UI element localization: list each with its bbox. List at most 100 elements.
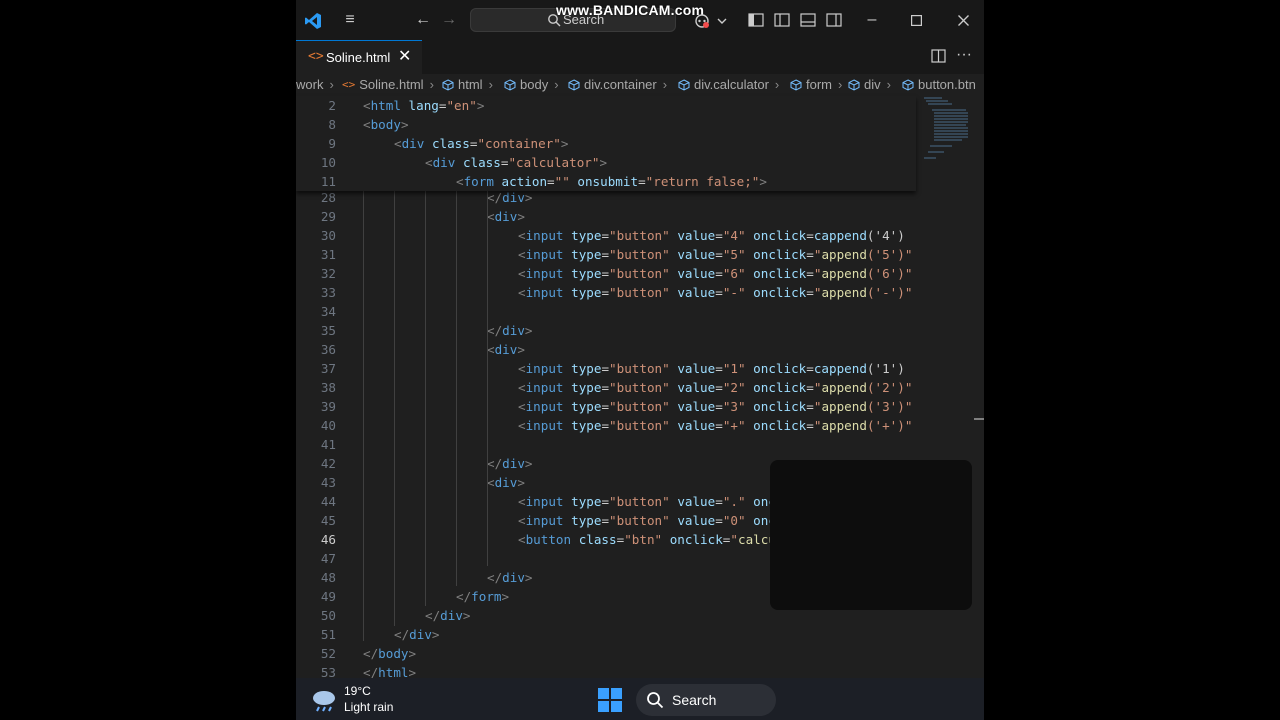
close-tab-icon[interactable]: ✕ bbox=[398, 46, 411, 66]
code-text[interactable]: </div> bbox=[425, 606, 471, 625]
line-number: 40 bbox=[320, 418, 336, 433]
code-text[interactable]: <div> bbox=[487, 340, 525, 359]
code-line[interactable]: 29 <div> bbox=[296, 207, 916, 226]
toggle-secondary-sidebar-icon[interactable] bbox=[826, 13, 842, 27]
code-text[interactable]: <input type="button" value="5" onclick="… bbox=[518, 245, 912, 264]
code-text[interactable]: <div class="calculator"> bbox=[425, 153, 607, 172]
code-line[interactable]: 51 </div> bbox=[296, 625, 916, 644]
windows-start-icon[interactable] bbox=[598, 688, 622, 712]
breadcrumb-item-button[interactable]: button.btn bbox=[902, 77, 976, 92]
code-text[interactable]: </div> bbox=[394, 625, 440, 644]
minimap[interactable] bbox=[922, 96, 972, 166]
vscode-logo-icon[interactable] bbox=[304, 12, 322, 30]
code-text[interactable]: <body> bbox=[363, 115, 409, 134]
code-text[interactable]: <input type="button" value="3" onclick="… bbox=[518, 397, 912, 416]
code-line[interactable]: 39 <input type="button" value="3" onclick… bbox=[296, 397, 916, 416]
back-arrow-icon[interactable]: ← bbox=[412, 0, 434, 40]
toggle-sidebar-icon[interactable] bbox=[774, 13, 790, 27]
breadcrumb-item-form[interactable]: form › bbox=[790, 77, 844, 92]
code-text[interactable]: <form action="" onsubmit="return false;"… bbox=[456, 172, 767, 191]
code-line[interactable]: 38 <input type="button" value="2" onclick… bbox=[296, 378, 916, 397]
toggle-panel-icon[interactable] bbox=[800, 13, 816, 27]
code-line[interactable]: 36 <div> bbox=[296, 340, 916, 359]
breadcrumb-item-container[interactable]: div.container › bbox=[568, 77, 669, 92]
code-text[interactable]: <input type="button" value="-" onclick="… bbox=[518, 283, 912, 302]
tab-soline-html[interactable]: <> Soline.html ✕ bbox=[296, 40, 422, 74]
title-bar: ≡ ← → Search www.BANDICAM.com – bbox=[296, 0, 984, 40]
indent-guide bbox=[363, 191, 364, 641]
line-number: 8 bbox=[328, 117, 336, 132]
breadcrumb-item-div[interactable]: div › bbox=[848, 77, 893, 92]
line-number: 41 bbox=[320, 437, 336, 452]
code-editor[interactable]: 2 <html lang="en"> 8 <body> 9 <div class="con… bbox=[296, 96, 984, 720]
breadcrumb-item-calculator[interactable]: div.calculator › bbox=[678, 77, 781, 92]
element-cube-icon bbox=[442, 78, 454, 91]
code-line[interactable]: 32 <input type="button" value="6" onclick… bbox=[296, 264, 916, 283]
code-text[interactable]: </div> bbox=[487, 454, 533, 473]
scrollbar-thumb[interactable] bbox=[974, 418, 984, 420]
sticky-scroll[interactable]: 2 <html lang="en"> 8 <body> 9 <div class="con… bbox=[296, 96, 916, 191]
menu-icon[interactable]: ≡ bbox=[338, 0, 362, 40]
rain-cloud-icon[interactable] bbox=[310, 688, 338, 712]
toggle-primary-sidebar-icon[interactable] bbox=[748, 13, 764, 27]
breadcrumb-item-body[interactable]: body › bbox=[504, 77, 561, 92]
code-line[interactable]: 52 </body> bbox=[296, 644, 916, 663]
code-line[interactable]: 41 bbox=[296, 435, 916, 454]
code-text[interactable]: <div> bbox=[487, 207, 525, 226]
breadcrumb-label: button.btn bbox=[918, 77, 976, 92]
html-file-icon: <> bbox=[308, 49, 324, 64]
sticky-line[interactable]: 10 <div class="calculator"> bbox=[296, 153, 916, 172]
code-line[interactable]: 30 <input type="button" value="4" onclick… bbox=[296, 226, 916, 245]
split-editor-icon[interactable] bbox=[931, 49, 946, 63]
code-text[interactable]: <div> bbox=[487, 473, 525, 492]
forward-arrow-icon[interactable]: → bbox=[438, 0, 460, 40]
maximize-icon[interactable] bbox=[911, 15, 922, 26]
element-cube-icon bbox=[790, 78, 802, 91]
code-text[interactable]: <html lang="en"> bbox=[363, 96, 484, 115]
line-number: 9 bbox=[328, 136, 336, 151]
line-number: 52 bbox=[320, 646, 336, 661]
breadcrumb-item-html[interactable]: html › bbox=[442, 77, 495, 92]
code-text[interactable]: <input type="button" value="2" onclick="… bbox=[518, 378, 912, 397]
sticky-line[interactable]: 9 <div class="container"> bbox=[296, 134, 916, 153]
code-text[interactable]: <input type="button" value="1" onclick=c… bbox=[518, 359, 905, 378]
code-line[interactable]: 33 <input type="button" value="-" onclick… bbox=[296, 283, 916, 302]
copilot-icon bbox=[695, 14, 727, 28]
code-text[interactable]: <input type="button" value="+" onclick="… bbox=[518, 416, 912, 435]
close-window-icon[interactable] bbox=[958, 15, 969, 26]
code-text[interactable]: <input type="button" value="6" onclick="… bbox=[518, 264, 912, 283]
indent-guide bbox=[394, 191, 395, 626]
code-text[interactable]: </form> bbox=[456, 587, 509, 606]
taskbar-search[interactable]: Search bbox=[636, 684, 776, 716]
sticky-line[interactable]: 2 <html lang="en"> bbox=[296, 96, 916, 115]
copilot-dropdown[interactable] bbox=[688, 10, 732, 32]
breadcrumb-item-folder[interactable]: work › bbox=[296, 77, 336, 92]
code-text[interactable]: <input type="button" value="4" onclick=c… bbox=[518, 226, 905, 245]
line-number: 42 bbox=[320, 456, 336, 471]
line-number: 46 bbox=[320, 532, 336, 547]
breadcrumb-label: div bbox=[864, 77, 881, 92]
code-line[interactable]: 35 </div> bbox=[296, 321, 916, 340]
code-text[interactable]: </div> bbox=[487, 568, 533, 587]
code-line[interactable]: 34 bbox=[296, 302, 916, 321]
code-text[interactable]: <div class="container"> bbox=[394, 134, 568, 153]
indent-guide bbox=[487, 191, 488, 566]
line-number: 37 bbox=[320, 361, 336, 376]
code-text[interactable]: </div> bbox=[487, 321, 533, 340]
sticky-line[interactable]: 8 <body> bbox=[296, 115, 916, 134]
weather-condition[interactable]: Light rain bbox=[344, 700, 393, 714]
code-line[interactable]: 31 <input type="button" value="5" onclick… bbox=[296, 245, 916, 264]
more-actions-icon[interactable]: ··· bbox=[956, 46, 972, 64]
code-line[interactable]: 37 <input type="button" value="1" onclick… bbox=[296, 359, 916, 378]
line-number: 38 bbox=[320, 380, 336, 395]
code-line[interactable]: 40 <input type="button" value="+" onclick… bbox=[296, 416, 916, 435]
weather-temperature[interactable]: 19°C bbox=[344, 684, 371, 698]
line-number: 47 bbox=[320, 551, 336, 566]
sticky-line[interactable]: 11 <form action="" onsubmit="return false… bbox=[296, 172, 916, 191]
indent-guide bbox=[425, 191, 426, 606]
minimize-icon[interactable]: – bbox=[860, 0, 884, 40]
element-cube-icon bbox=[568, 78, 580, 91]
breadcrumb-item-file[interactable]: <> Soline.html › bbox=[342, 77, 436, 92]
code-text[interactable]: </body> bbox=[363, 644, 416, 663]
element-cube-icon bbox=[504, 78, 516, 91]
